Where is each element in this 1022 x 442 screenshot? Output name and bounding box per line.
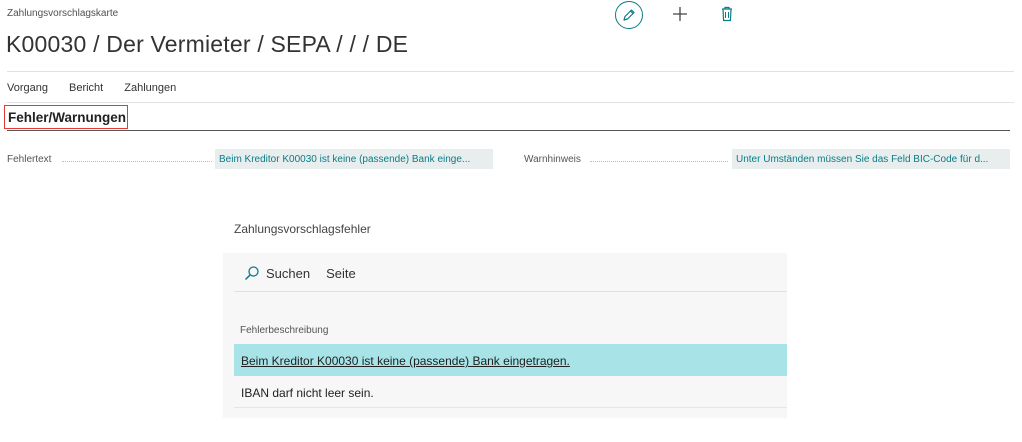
pencil-icon (623, 9, 635, 21)
table-row[interactable]: Beim Kreditor K00030 ist keine (passende… (234, 344, 787, 376)
delete-button[interactable] (719, 5, 735, 23)
field-leader-dots (590, 160, 728, 162)
page-caption: Zahlungsvorschlagskarte (7, 8, 119, 19)
action-bar: Vorgang Bericht Zahlungen (7, 82, 197, 94)
section-title-errors-warnings[interactable]: Fehler/Warnungen (4, 105, 128, 129)
warning-label: Warnhinweis (524, 154, 581, 165)
divider (7, 102, 1014, 103)
section-underline (7, 130, 1010, 131)
warning-value[interactable]: Unter Umständen müssen Sie das Feld BIC-… (732, 149, 1010, 169)
action-bericht[interactable]: Bericht (69, 82, 103, 94)
error-text-value[interactable]: Beim Kreditor K00030 ist keine (passende… (215, 149, 493, 169)
search-icon (244, 266, 259, 281)
page-title: K00030 / Der Vermieter / SEPA / / / DE (6, 31, 409, 57)
edit-button[interactable] (615, 1, 643, 29)
action-zahlungen[interactable]: Zahlungen (124, 82, 176, 94)
field-leader-dots (62, 160, 212, 162)
error-description-cell[interactable]: Beim Kreditor K00030 ist keine (passende… (241, 354, 570, 368)
new-button[interactable] (670, 4, 690, 24)
error-description-cell: IBAN darf nicht leer sein. (241, 386, 374, 400)
page-button[interactable]: Seite (326, 266, 356, 281)
divider (234, 291, 787, 292)
column-header-error-description[interactable]: Fehlerbeschreibung (240, 325, 328, 336)
table-row[interactable]: IBAN darf nicht leer sein. (234, 376, 787, 408)
error-text-label: Fehlertext (7, 154, 52, 165)
subpage-toolbar: Suchen Seite (244, 265, 356, 281)
search-button[interactable]: Suchen (244, 265, 310, 281)
search-label: Suchen (266, 265, 311, 281)
plus-icon (673, 7, 687, 21)
divider (7, 71, 1014, 72)
trash-icon (722, 6, 732, 22)
subpage-title: Zahlungsvorschlagsfehler (234, 222, 371, 236)
action-vorgang[interactable]: Vorgang (7, 82, 48, 94)
payment-proposal-card-page: Zahlungsvorschlagskarte K00030 / Der Ver… (0, 0, 1022, 442)
